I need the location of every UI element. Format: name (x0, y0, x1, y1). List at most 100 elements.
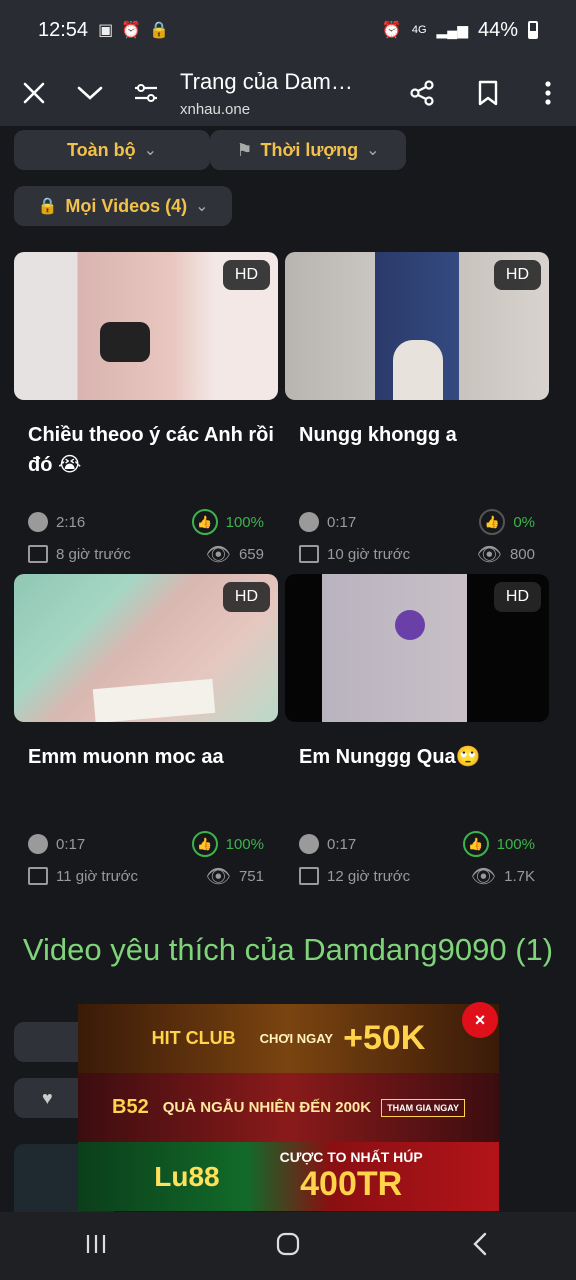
ad-lu88[interactable]: Lu88 CƯỢC TO NHẤT HÚP 400TR (78, 1142, 499, 1211)
hd-badge: HD (493, 260, 541, 290)
network-type: 4G (411, 24, 427, 36)
video-thumbnail[interactable]: HD (285, 252, 549, 400)
recent-apps-button[interactable] (66, 1233, 126, 1260)
clock-icon (299, 834, 319, 854)
page-content: Toàn bộ ⌄ ⚑ Thời lượng ⌄ 🔒 Mọi Videos (4… (0, 126, 576, 1212)
clock-icon (28, 834, 48, 854)
share-button[interactable] (394, 65, 450, 121)
video-views: 800 (509, 545, 535, 563)
video-title[interactable]: Emm muonn moc aa (14, 742, 278, 808)
video-thumbnail[interactable]: HD (14, 252, 278, 400)
video-title[interactable]: Chiều theoo ý các Anh rồi đó 😭 (14, 420, 278, 486)
lock-icon: 🔒 (149, 22, 170, 39)
ad-b52[interactable]: B52 QUÀ NGẪU NHIÊN ĐẾN 200K THAM GIA NGA… (78, 1073, 499, 1142)
video-duration: 0:17 (327, 513, 357, 531)
close-icon: × (474, 1009, 486, 1030)
video-card[interactable]: HD Nungg khongg a 0:17 👍 0% 10 giờ trước … (285, 252, 549, 570)
page-title-box[interactable]: Trang của Damdang9090 xnhau.one (174, 69, 394, 118)
video-meta: 0:17 👍 100% 12 giờ trước 👁 1.7K (285, 828, 549, 892)
bookmark-button[interactable] (460, 65, 516, 121)
close-tab-button[interactable] (6, 65, 62, 121)
calendar-icon (28, 867, 48, 885)
flag-icon: ⚑ (236, 139, 253, 160)
ad-banner[interactable]: HIT CLUB CHƠI NGAY +50K B52 QUÀ NGẪU NHI… (78, 1004, 499, 1212)
bookmark-icon (478, 80, 498, 106)
calendar-icon (28, 545, 48, 563)
ad-hitclub-cta: CHƠI NGAY (259, 1031, 334, 1046)
video-meta: 0:17 👍 0% 10 giờ trước 👁 800 (285, 506, 549, 570)
ad-b52-cta: THAM GIA NGAY (381, 1098, 465, 1117)
thumbs-up-icon: 👍 (191, 509, 218, 535)
calendar-icon (299, 545, 319, 563)
filter-duration-dropdown[interactable]: ⚑ Thời lượng ⌄ (210, 130, 406, 170)
eye-icon: 👁 (205, 543, 231, 566)
battery-icon (528, 21, 538, 39)
filter-duration-label: Thời lượng (260, 139, 359, 160)
home-button[interactable] (258, 1231, 318, 1262)
ad-b52-text: QUÀ NGẪU NHIÊN ĐẾN 200K (162, 1099, 372, 1116)
video-posted: 10 giờ trước (327, 545, 411, 563)
status-time: 12:54 (38, 18, 89, 41)
ad-lu88-text: CƯỢC TO NHẤT HÚP (279, 1149, 423, 1165)
filter-videos-dropdown[interactable]: 🔒 Mọi Videos (4) ⌄ (14, 186, 232, 226)
video-title[interactable]: Nungg khongg a (285, 420, 549, 486)
site-settings-button[interactable] (118, 65, 174, 121)
share-icon (410, 80, 434, 106)
favorites-heading: Video yêu thích của Damdang9090 (1) (22, 932, 554, 967)
status-bar: 12:54 ▣ ⏰ 🔒 ⏰ 4G ▂▄▆ 44% (0, 0, 576, 60)
thumbs-up-icon: 👍 (191, 831, 218, 857)
video-views: 1.7K (504, 867, 535, 885)
ad-hitclub[interactable]: HIT CLUB CHƠI NGAY +50K (78, 1004, 499, 1073)
video-likes: 100% (225, 835, 264, 853)
alarm-status-icon: ⏰ (381, 22, 402, 39)
hd-badge: HD (222, 582, 270, 612)
thumbs-up-icon: 👍 (479, 509, 506, 535)
filter-videos-label: Mọi Videos (4) (65, 195, 188, 216)
more-options-button[interactable] (520, 65, 576, 121)
eye-icon: 👁 (205, 865, 231, 888)
thumbs-up-icon: 👍 (462, 831, 489, 857)
ad-b52-brand: B52 (112, 1096, 149, 1118)
filter-all-label: Toàn bộ (66, 139, 136, 160)
video-likes: 0% (513, 513, 535, 531)
video-card[interactable]: HD Emm muonn moc aa 0:17 👍 100% 11 giờ tr… (14, 574, 278, 892)
video-title[interactable]: Em Nunggg Qua🙄 (285, 742, 549, 808)
video-duration: 0:17 (327, 835, 357, 853)
chevron-down-icon: ⌄ (143, 142, 158, 159)
video-likes: 100% (225, 513, 264, 531)
video-posted: 11 giờ trước (56, 867, 138, 885)
battery-text: 44% (477, 18, 518, 41)
video-card[interactable]: HD Chiều theoo ý các Anh rồi đó 😭 2:16 👍… (14, 252, 278, 570)
ad-close-button[interactable]: × (462, 1002, 498, 1038)
chevron-down-icon: ⌄ (366, 142, 380, 159)
video-likes: 100% (496, 835, 535, 853)
page-title: Trang của Damdang9090 (180, 68, 360, 94)
browser-toolbar: Trang của Damdang9090 xnhau.one (0, 60, 576, 126)
video-thumbnail[interactable]: HD (14, 574, 278, 722)
video-card[interactable]: HD Em Nunggg Qua🙄 0:17 👍 100% 12 giờ trướ… (285, 574, 549, 892)
tune-icon (135, 84, 157, 102)
clock-icon (28, 512, 48, 532)
recents-icon (86, 1234, 106, 1253)
alarm-icon: ⏰ (121, 22, 142, 39)
video-posted: 8 giờ trước (56, 545, 131, 563)
system-nav-bar (0, 1212, 576, 1280)
status-icons: ▣ ⏰ 🔒 (98, 20, 169, 40)
video-thumbnail[interactable]: HD (285, 574, 549, 722)
eye-icon: 👁 (470, 865, 497, 888)
hd-badge: HD (493, 582, 541, 612)
ad-hitclub-brand: HIT CLUB (151, 1028, 236, 1048)
video-duration: 2:16 (56, 513, 86, 531)
more-vert-icon (545, 81, 551, 105)
minimize-button[interactable] (62, 65, 118, 121)
filter-all-dropdown[interactable]: Toàn bộ ⌄ (14, 130, 210, 170)
gallery-icon: ▣ (98, 22, 114, 39)
page-url: xnhau.one (180, 100, 251, 118)
heart-icon: ♥ (42, 1088, 53, 1108)
signal-icon: ▂▄▆ (436, 21, 468, 38)
ad-lu88-brand: Lu88 (154, 1160, 220, 1192)
back-button[interactable] (450, 1231, 510, 1262)
chevron-down-icon (77, 86, 103, 100)
eye-icon: 👁 (476, 543, 502, 566)
video-views: 659 (238, 545, 264, 563)
